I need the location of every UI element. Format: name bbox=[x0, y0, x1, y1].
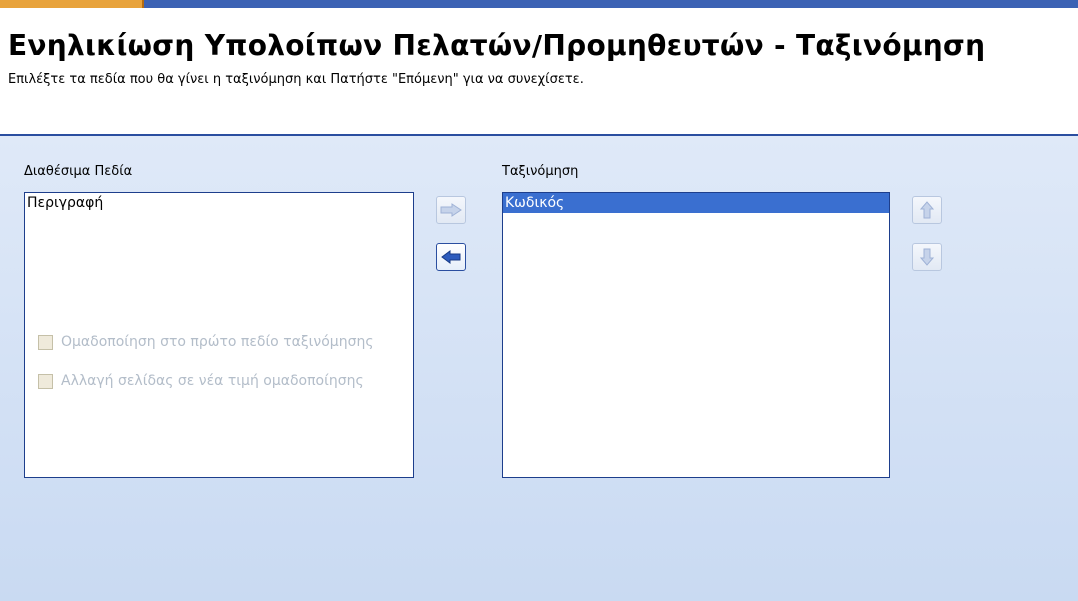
group-by-first-checkbox[interactable] bbox=[38, 334, 53, 350]
remove-field-button[interactable] bbox=[436, 243, 466, 271]
arrow-right-icon bbox=[440, 203, 462, 217]
active-tab-indicator bbox=[0, 0, 144, 8]
sort-fields-label: Ταξινόμηση bbox=[502, 164, 579, 179]
page-break-checkbox[interactable] bbox=[38, 373, 53, 389]
top-strip bbox=[0, 0, 1078, 8]
arrow-left-icon bbox=[441, 250, 461, 264]
wizard-header: Ενηλικίωση Υπολοίπων Πελατών/Προμηθευτών… bbox=[0, 8, 1078, 136]
arrow-up-icon bbox=[920, 201, 934, 219]
list-item[interactable]: Περιγραφή bbox=[25, 193, 413, 213]
add-field-button[interactable] bbox=[436, 196, 466, 224]
arrow-down-icon bbox=[920, 248, 934, 266]
page-subtitle: Επιλέξτε τα πεδία που θα γίνει η ταξινόμ… bbox=[8, 72, 584, 87]
wizard-content: Διαθέσιμα Πεδία Περιγραφή Ταξινόμηση Κωδ… bbox=[0, 136, 1078, 601]
page-break-option[interactable]: Αλλαγή σελίδας σε νέα τιμή ομαδοποίησης bbox=[38, 373, 364, 389]
list-item[interactable]: Κωδικός bbox=[503, 193, 889, 213]
available-fields-label: Διαθέσιμα Πεδία bbox=[24, 164, 133, 179]
group-by-first-label: Ομαδοποίηση στο πρώτο πεδίο ταξινόμησης bbox=[61, 334, 374, 350]
group-by-first-option[interactable]: Ομαδοποίηση στο πρώτο πεδίο ταξινόμησης bbox=[38, 334, 374, 350]
move-up-button[interactable] bbox=[912, 196, 942, 224]
page-break-label: Αλλαγή σελίδας σε νέα τιμή ομαδοποίησης bbox=[61, 373, 364, 389]
page-title: Ενηλικίωση Υπολοίπων Πελατών/Προμηθευτών… bbox=[8, 29, 986, 62]
move-down-button[interactable] bbox=[912, 243, 942, 271]
sort-fields-listbox[interactable]: Κωδικός bbox=[502, 192, 890, 478]
